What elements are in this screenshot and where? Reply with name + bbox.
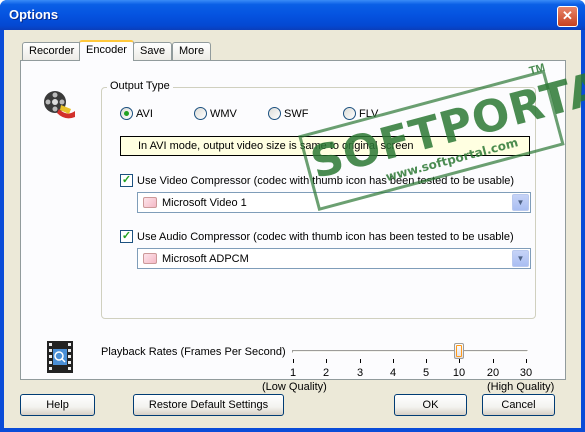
video-compressor-value: Microsoft Video 1 (162, 196, 247, 209)
low-quality-label: (Low Quality) (262, 381, 327, 393)
tick-label: 1 (289, 367, 297, 379)
tick-label: 20 (486, 367, 500, 379)
tab-more[interactable]: More (172, 42, 212, 60)
radio-avi-label: AVI (136, 107, 153, 120)
playback-rates-label: Playback Rates (Frames Per Second) (101, 346, 286, 358)
tick-mark (293, 359, 294, 363)
tick-label: 30 (519, 367, 533, 379)
dialog-body: Recorder Encoder Save More Output Type A… (4, 30, 585, 428)
codec-icon (143, 197, 157, 208)
tick-mark (526, 359, 527, 363)
window-title: Options (9, 7, 59, 22)
chevron-down-icon[interactable]: ▼ (512, 194, 529, 211)
tick-mark (393, 359, 394, 363)
audio-compressor-label: Use Audio Compressor (codec with thumb i… (137, 230, 514, 243)
audio-compressor-value: Microsoft ADPCM (162, 252, 249, 265)
audio-compressor-checkbox[interactable]: ✓ (120, 230, 133, 243)
audio-compressor-select[interactable]: Microsoft ADPCM ▼ (137, 248, 531, 269)
radio-wmv-indicator[interactable] (194, 107, 207, 120)
tick-label: 3 (356, 367, 364, 379)
radio-wmv-label: WMV (210, 107, 237, 120)
tab-recorder[interactable]: Recorder (22, 42, 82, 60)
tick-mark (360, 359, 361, 363)
tab-encoder[interactable]: Encoder (79, 40, 134, 61)
tick-mark (493, 359, 494, 363)
cancel-button[interactable]: Cancel (482, 394, 555, 416)
radio-swf-label: SWF (284, 107, 309, 120)
title-bar[interactable]: Options ✕ (0, 0, 585, 30)
tick-mark (326, 359, 327, 363)
film-reel-icon (43, 87, 77, 124)
radio-wmv[interactable]: WMV (194, 107, 237, 120)
radio-swf-indicator[interactable] (268, 107, 281, 120)
close-button[interactable]: ✕ (557, 6, 578, 27)
tick-label: 10 (452, 367, 466, 379)
tick-mark (426, 359, 427, 363)
radio-avi-indicator[interactable] (120, 107, 133, 120)
film-frame-icon (47, 341, 73, 376)
tick-label: 4 (389, 367, 397, 379)
playback-rate-slider[interactable] (292, 350, 528, 353)
tick-label: 2 (322, 367, 330, 379)
slider-thumb[interactable] (454, 343, 464, 359)
tick-label: 5 (422, 367, 430, 379)
codec-icon (143, 253, 157, 264)
ok-button[interactable]: OK (394, 394, 467, 416)
chevron-down-icon[interactable]: ▼ (512, 250, 529, 267)
restore-defaults-button[interactable]: Restore Default Settings (133, 394, 284, 416)
help-button[interactable]: Help (20, 394, 95, 416)
tick-mark (459, 359, 460, 363)
tab-save[interactable]: Save (133, 42, 173, 60)
audio-compressor-check[interactable]: ✓ Use Audio Compressor (codec with thumb… (120, 230, 514, 243)
options-window: Options ✕ Recorder Encoder Save More Out… (0, 0, 585, 432)
radio-swf[interactable]: SWF (268, 107, 308, 120)
video-compressor-checkbox[interactable]: ✓ (120, 174, 133, 187)
radio-avi[interactable]: AVI (120, 107, 153, 120)
high-quality-label: (High Quality) (487, 381, 555, 393)
output-type-label: Output Type (107, 80, 173, 92)
